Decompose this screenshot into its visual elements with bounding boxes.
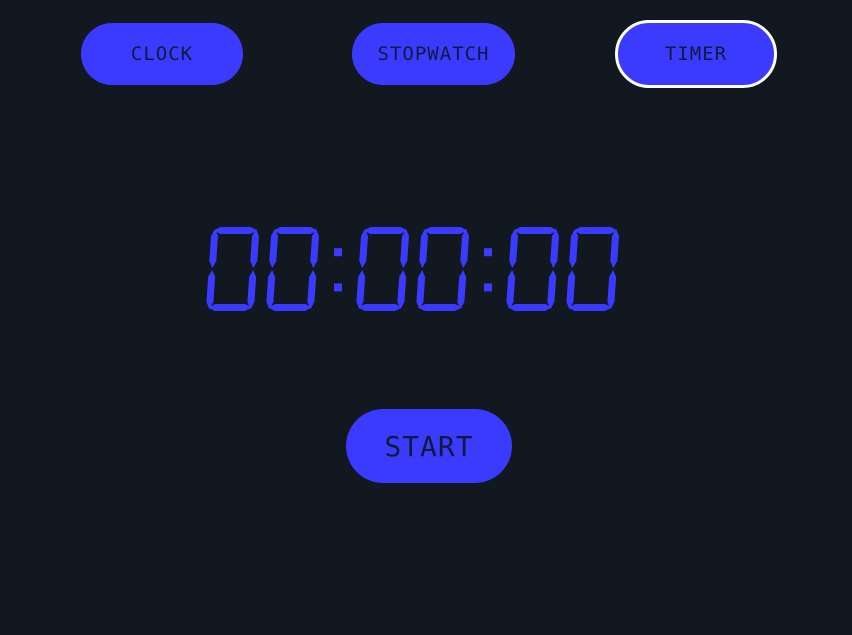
segment-e [506,270,516,309]
start-button-label: START [384,429,474,463]
segment-c [607,270,617,309]
segment-a [513,227,558,234]
segment-d [418,304,463,311]
segment-e [266,270,276,309]
tab-stopwatch-label: STOPWATCH [377,43,490,65]
digit-0 [566,227,620,311]
segment-e [206,270,216,309]
colon-dot-bottom [484,283,492,292]
time-display: 00:00:00 [200,222,660,317]
digit-0 [206,227,260,311]
segment-b [310,229,320,268]
colon-dot-top [484,248,492,257]
segment-a [273,227,318,234]
timer-app: CLOCK STOPWATCH TIMER 00:00:00 START [0,0,852,635]
segment-c [547,270,557,309]
segment-a [573,227,618,234]
digit-0 [506,227,560,311]
colon-dot-bottom [334,283,342,292]
tab-timer-label: TIMER [664,43,728,65]
segment-d [358,304,403,311]
segment-f [269,229,279,268]
seven-segment-readout [206,227,620,311]
segment-c [247,270,257,309]
segment-e [566,270,576,309]
digit-0 [356,227,410,311]
segment-f [209,229,219,268]
digit-0 [416,227,470,311]
segment-f [569,229,579,268]
digit-0 [266,227,320,311]
segment-b [550,229,560,268]
segment-f [359,229,369,268]
segment-f [419,229,429,268]
start-button[interactable]: START [346,409,512,483]
segment-c [307,270,317,309]
segment-e [416,270,426,309]
segment-b [610,229,620,268]
segment-d [508,304,553,311]
segment-b [400,229,410,268]
segment-a [363,227,408,234]
segment-f [509,229,519,268]
segment-b [250,229,260,268]
tab-clock-label: CLOCK [130,43,194,65]
tab-clock[interactable]: CLOCK [81,23,243,85]
segment-b [460,229,470,268]
segment-c [457,270,467,309]
tab-stopwatch[interactable]: STOPWATCH [352,23,515,85]
segment-d [268,304,313,311]
segment-a [423,227,468,234]
tab-timer[interactable]: TIMER [615,20,777,88]
segment-d [208,304,253,311]
segment-e [356,270,366,309]
segment-c [397,270,407,309]
colon-dot-top [334,248,342,257]
segment-a [213,227,258,234]
segment-d [568,304,613,311]
